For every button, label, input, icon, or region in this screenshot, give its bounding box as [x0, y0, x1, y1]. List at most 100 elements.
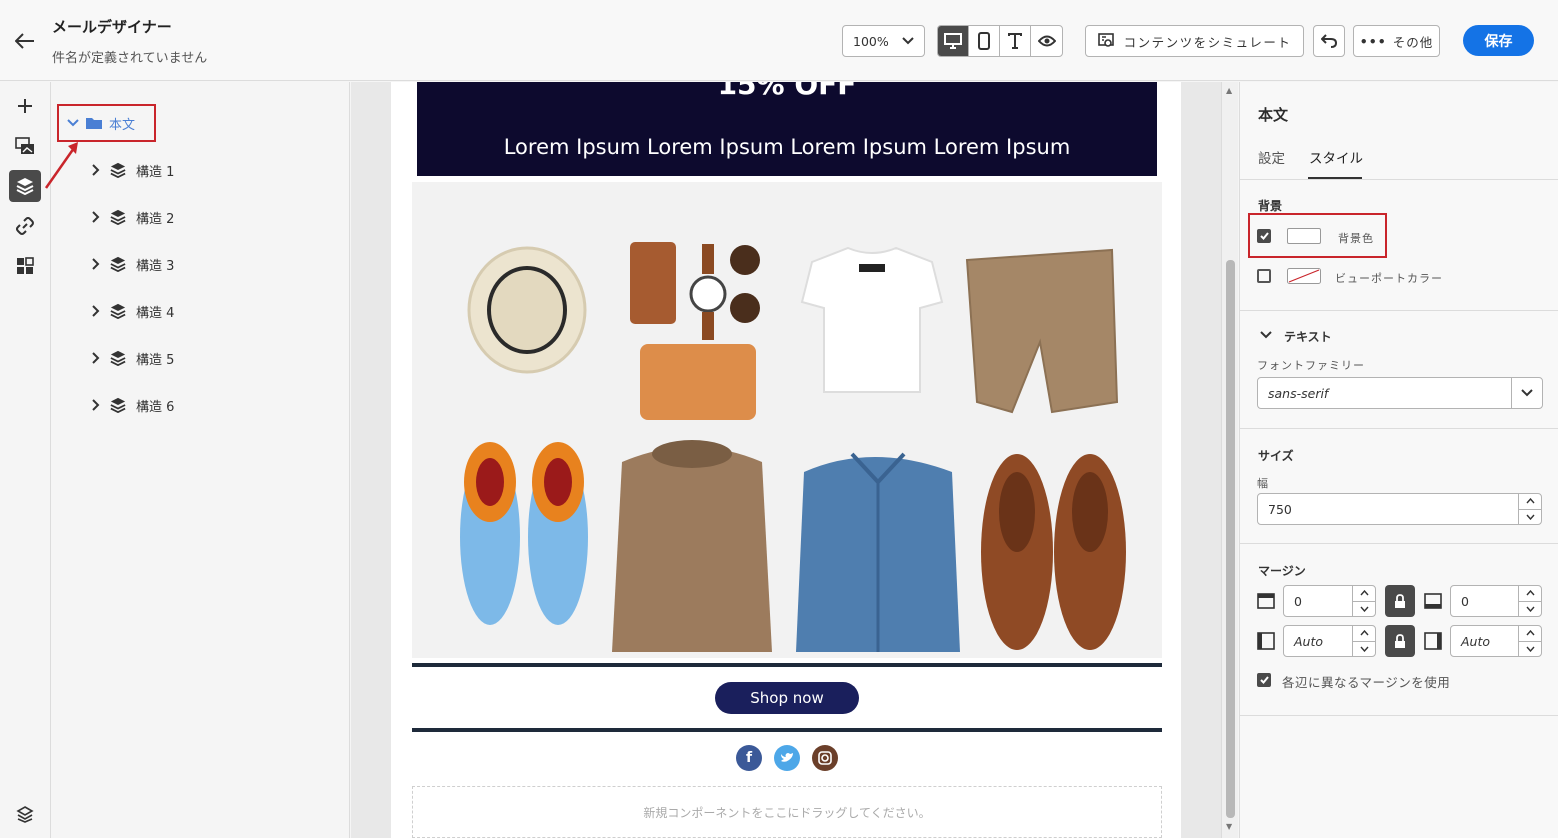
product-image[interactable]	[412, 182, 1162, 658]
text-icon	[1008, 33, 1022, 49]
margin-top-input[interactable]: 0	[1283, 585, 1353, 617]
margin-top-stepper[interactable]	[1352, 585, 1376, 617]
mobile-view-button[interactable]	[969, 26, 1000, 56]
annotation-arrow	[44, 142, 78, 189]
scroll-up-icon[interactable]: ▲	[1226, 86, 1232, 95]
assets-button[interactable]	[9, 130, 41, 162]
offer-banner[interactable]: 15% OFF Lorem Ipsum Lorem Ipsum Lorem Ip…	[417, 82, 1157, 176]
tab-style[interactable]: スタイル	[1309, 147, 1363, 167]
margin-bottom-stepper[interactable]	[1518, 585, 1542, 617]
undo-icon	[1321, 34, 1337, 48]
structure-layers-icon	[110, 162, 126, 178]
font-family-select[interactable]: sans-serif	[1257, 377, 1512, 409]
zoom-select[interactable]: 100%	[842, 25, 925, 57]
chevron-up-icon[interactable]	[1519, 626, 1541, 642]
width-label: 幅	[1257, 477, 1269, 490]
component-dropzone[interactable]: 新規コンポーネントをここにドラッグしてください。	[412, 786, 1162, 838]
viewport-color-swatch[interactable]	[1287, 268, 1321, 284]
zoom-value: 100%	[853, 33, 889, 49]
arrow-left-icon	[15, 33, 34, 49]
layers-settings-icon	[16, 806, 34, 823]
margin-bottom-icon	[1424, 593, 1442, 609]
tree-item-label: 構造 5	[136, 352, 175, 368]
undo-button[interactable]	[1313, 25, 1345, 57]
desktop-view-button[interactable]	[938, 26, 969, 56]
eye-icon	[1037, 35, 1056, 47]
chevron-up-icon[interactable]	[1519, 494, 1541, 510]
chevron-right-icon	[92, 305, 100, 317]
save-button[interactable]: 保存	[1463, 25, 1534, 56]
tab-settings[interactable]: 設定	[1258, 147, 1285, 167]
add-component-button[interactable]	[9, 90, 41, 122]
width-stepper[interactable]	[1518, 493, 1542, 525]
tree-item[interactable]: 構造 4	[92, 299, 174, 323]
tree-item[interactable]: 構造 5	[92, 346, 174, 370]
banner-offer: 15% OFF	[717, 82, 857, 101]
chevron-up-icon[interactable]	[1519, 586, 1541, 602]
margin-bottom-input[interactable]: 0	[1450, 585, 1519, 617]
layers-settings-button[interactable]	[9, 798, 41, 830]
email-canvas: 15% OFF Lorem Ipsum Lorem Ipsum Lorem Ip…	[351, 82, 1221, 838]
layers-button[interactable]	[9, 170, 41, 202]
chevron-down-icon[interactable]	[1519, 510, 1541, 525]
margin-left-icon	[1257, 632, 1275, 650]
app-header: メールデザイナー 件名が定義されていません 100% コンテンツをシミュレート …	[0, 0, 1558, 81]
tree-item[interactable]: 構造 3	[92, 252, 174, 276]
checkmark-icon	[1259, 232, 1269, 240]
tree-item[interactable]: 構造 6	[92, 393, 174, 417]
margin-section-title: マージン	[1258, 564, 1306, 578]
chevron-right-icon	[92, 399, 100, 411]
bird-icon	[781, 753, 793, 762]
margin-right-input[interactable]: Auto	[1450, 625, 1519, 657]
margin-left-input[interactable]: Auto	[1283, 625, 1353, 657]
background-color-label: 背景色	[1338, 232, 1374, 245]
more-button[interactable]: ••• その他	[1353, 25, 1440, 57]
email-body[interactable]: 15% OFF Lorem Ipsum Lorem Ipsum Lorem Ip…	[391, 82, 1181, 838]
scroll-thumb[interactable]	[1226, 260, 1235, 818]
shop-now-button[interactable]: Shop now	[715, 682, 859, 714]
scroll-down-icon[interactable]: ▼	[1226, 822, 1232, 831]
lock-icon	[1395, 633, 1405, 648]
simulate-label: コンテンツをシミュレート	[1123, 34, 1292, 50]
links-button[interactable]	[9, 210, 41, 242]
chevron-down-icon[interactable]	[1260, 331, 1272, 339]
fragments-icon	[17, 257, 34, 274]
chevron-down-icon[interactable]	[1353, 642, 1375, 657]
margin-horizontal-lock-button[interactable]	[1385, 625, 1415, 657]
chevron-down-icon[interactable]	[1353, 602, 1375, 617]
simulate-content-button[interactable]: コンテンツをシミュレート	[1085, 25, 1304, 57]
chevron-up-icon[interactable]	[1353, 586, 1375, 602]
margin-right-icon	[1424, 632, 1442, 650]
twitter-icon[interactable]	[774, 745, 800, 771]
text-view-button[interactable]	[1000, 26, 1031, 56]
width-input[interactable]: 750	[1257, 493, 1519, 525]
fragments-button[interactable]	[9, 250, 41, 282]
canvas-scrollbar[interactable]: ▲ ▼	[1221, 82, 1238, 838]
chevron-up-icon[interactable]	[1353, 626, 1375, 642]
facebook-icon[interactable]: f	[736, 745, 762, 771]
tree-root-body[interactable]: 本文	[57, 104, 156, 142]
margin-vertical-lock-button[interactable]	[1385, 585, 1415, 617]
back-button[interactable]	[12, 28, 38, 54]
preview-button[interactable]	[1031, 26, 1062, 56]
text-section-title[interactable]: テキスト	[1284, 328, 1332, 345]
background-color-swatch[interactable]	[1287, 228, 1321, 244]
left-rail	[0, 82, 51, 838]
instagram-icon[interactable]	[812, 745, 838, 771]
margin-right-stepper[interactable]	[1518, 625, 1542, 657]
different-margins-checkbox[interactable]	[1257, 673, 1271, 687]
tree-item[interactable]: 構造 2	[92, 205, 174, 229]
font-family-dropdown-button[interactable]	[1511, 377, 1543, 409]
margin-left-stepper[interactable]	[1352, 625, 1376, 657]
tree-item[interactable]: 構造 1	[92, 158, 174, 182]
chevron-right-icon	[92, 164, 100, 176]
chevron-down-icon[interactable]	[1519, 642, 1541, 657]
background-color-checkbox[interactable]	[1257, 229, 1271, 243]
tree-root-label: 本文	[109, 117, 136, 133]
viewport-color-checkbox[interactable]	[1257, 269, 1271, 283]
chevron-down-icon[interactable]	[1519, 602, 1541, 617]
font-family-label: フォントファミリー	[1257, 359, 1365, 372]
properties-title: 本文	[1258, 106, 1289, 124]
page-title: メールデザイナー	[52, 18, 172, 36]
tree-item-label: 構造 6	[136, 399, 175, 415]
